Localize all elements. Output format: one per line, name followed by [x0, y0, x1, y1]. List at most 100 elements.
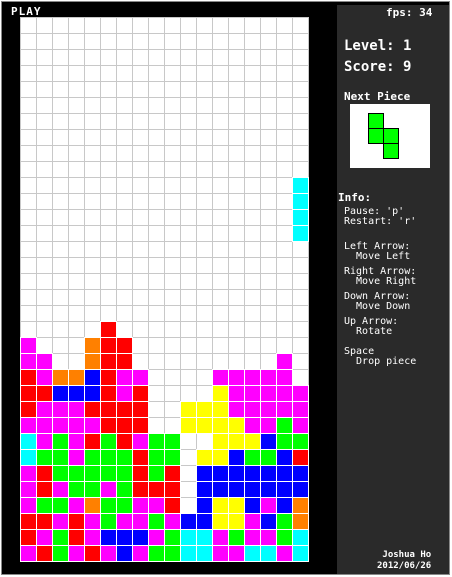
block — [276, 385, 293, 402]
block — [148, 481, 165, 498]
block — [20, 385, 37, 402]
block — [84, 465, 101, 482]
block — [100, 513, 117, 530]
block — [84, 337, 101, 354]
next-piece-preview — [350, 104, 430, 168]
block — [292, 513, 309, 530]
block — [132, 513, 149, 530]
block — [148, 529, 165, 546]
block — [84, 417, 101, 434]
block — [116, 353, 133, 370]
block — [260, 465, 277, 482]
block — [196, 401, 213, 418]
block — [292, 433, 309, 450]
block — [132, 433, 149, 450]
block — [52, 497, 69, 514]
block — [292, 401, 309, 418]
block — [100, 321, 117, 338]
block — [100, 497, 117, 514]
block — [228, 401, 245, 418]
block — [228, 545, 245, 562]
block — [68, 513, 85, 530]
block — [292, 385, 309, 402]
block — [84, 481, 101, 498]
block — [100, 353, 117, 370]
block — [260, 513, 277, 530]
block — [20, 401, 37, 418]
block — [260, 369, 277, 386]
block — [100, 433, 117, 450]
block — [260, 529, 277, 546]
block — [20, 513, 37, 530]
block — [292, 497, 309, 514]
block — [276, 369, 293, 386]
next-piece-block — [383, 143, 399, 159]
block — [52, 545, 69, 562]
block — [116, 529, 133, 546]
block — [212, 545, 229, 562]
block — [212, 369, 229, 386]
block — [212, 513, 229, 530]
block — [84, 545, 101, 562]
block — [116, 385, 133, 402]
block — [68, 385, 85, 402]
block — [100, 529, 117, 546]
block — [260, 545, 277, 562]
down-arrow-action: Move Down — [344, 301, 411, 312]
block — [68, 401, 85, 418]
block — [116, 497, 133, 514]
block — [244, 417, 261, 434]
block — [276, 401, 293, 418]
block — [132, 401, 149, 418]
up-arrow-action: Rotate — [344, 326, 393, 337]
block — [52, 465, 69, 482]
block — [100, 337, 117, 354]
block — [260, 401, 277, 418]
block — [84, 385, 101, 402]
block — [276, 513, 293, 530]
block — [68, 545, 85, 562]
block — [196, 513, 213, 530]
block — [100, 385, 117, 402]
block — [36, 529, 53, 546]
game-board[interactable] — [2, 2, 337, 576]
block — [196, 449, 213, 466]
block — [132, 369, 149, 386]
author-credit: Joshua Ho 2012/06/26 — [377, 550, 431, 572]
block — [116, 417, 133, 434]
block — [148, 497, 165, 514]
next-piece-title: Next Piece — [344, 90, 411, 103]
block — [228, 369, 245, 386]
block — [100, 449, 117, 466]
block — [164, 433, 181, 450]
block — [132, 449, 149, 466]
block — [260, 449, 277, 466]
author-name: Joshua Ho — [382, 550, 432, 560]
block — [228, 433, 245, 450]
block — [196, 529, 213, 546]
block — [212, 401, 229, 418]
block — [148, 465, 165, 482]
block — [36, 417, 53, 434]
block — [276, 497, 293, 514]
block — [36, 449, 53, 466]
block — [20, 449, 37, 466]
block — [276, 481, 293, 498]
block — [52, 433, 69, 450]
block — [276, 353, 293, 370]
block — [36, 513, 53, 530]
block — [20, 353, 37, 370]
info-title: Info: — [338, 191, 372, 204]
block — [68, 449, 85, 466]
block — [228, 513, 245, 530]
block — [116, 449, 133, 466]
block — [52, 529, 69, 546]
block — [244, 481, 261, 498]
sidebar: fps: 34 Level: 1 Score: 9 Next Piece Inf… — [337, 5, 449, 574]
block — [244, 449, 261, 466]
block — [52, 401, 69, 418]
block — [148, 513, 165, 530]
block — [84, 529, 101, 546]
block — [212, 385, 229, 402]
block — [196, 481, 213, 498]
